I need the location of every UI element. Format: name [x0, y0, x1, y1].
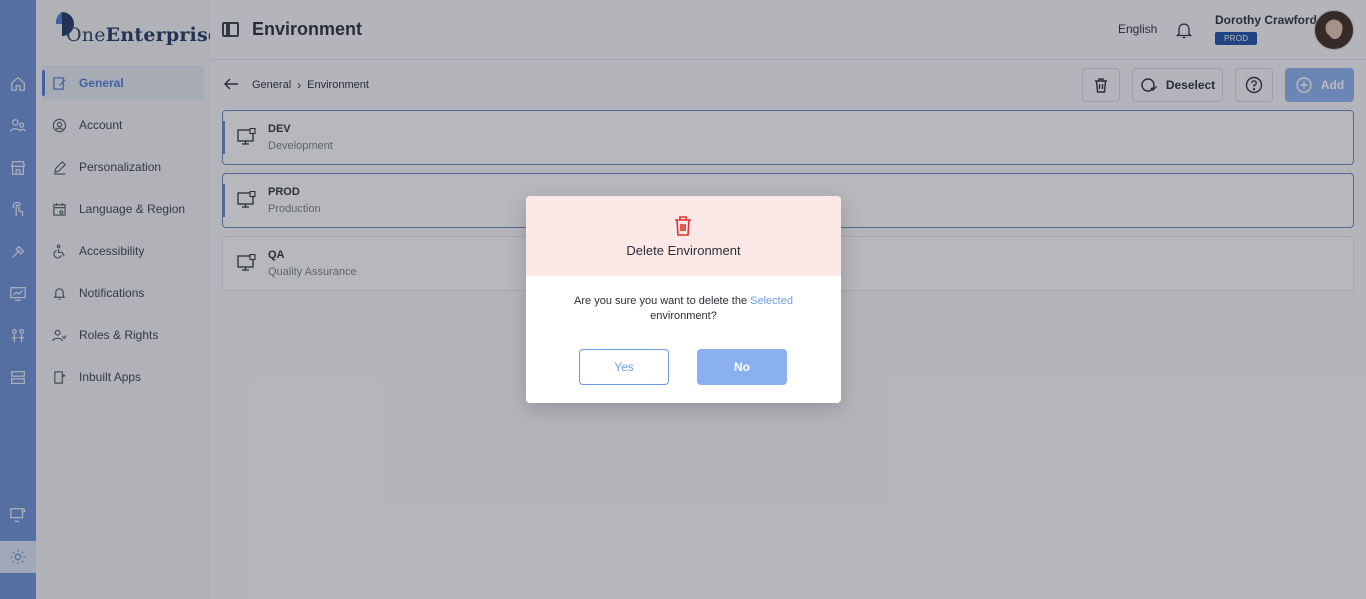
trash-icon [675, 216, 691, 236]
message-highlight: Selected [750, 295, 793, 307]
yes-button[interactable]: Yes [579, 349, 669, 385]
dialog-title: Delete Environment [626, 243, 741, 258]
delete-environment-dialog: Delete Environment Are you sure you want… [526, 196, 841, 403]
message-prefix: Are you sure you want to delete the [574, 295, 748, 307]
message-suffix: environment? [650, 310, 717, 322]
dialog-header: Delete Environment [526, 196, 841, 276]
no-button[interactable]: No [697, 349, 787, 385]
dialog-message: Are you sure you want to delete the Sele… [556, 294, 811, 324]
